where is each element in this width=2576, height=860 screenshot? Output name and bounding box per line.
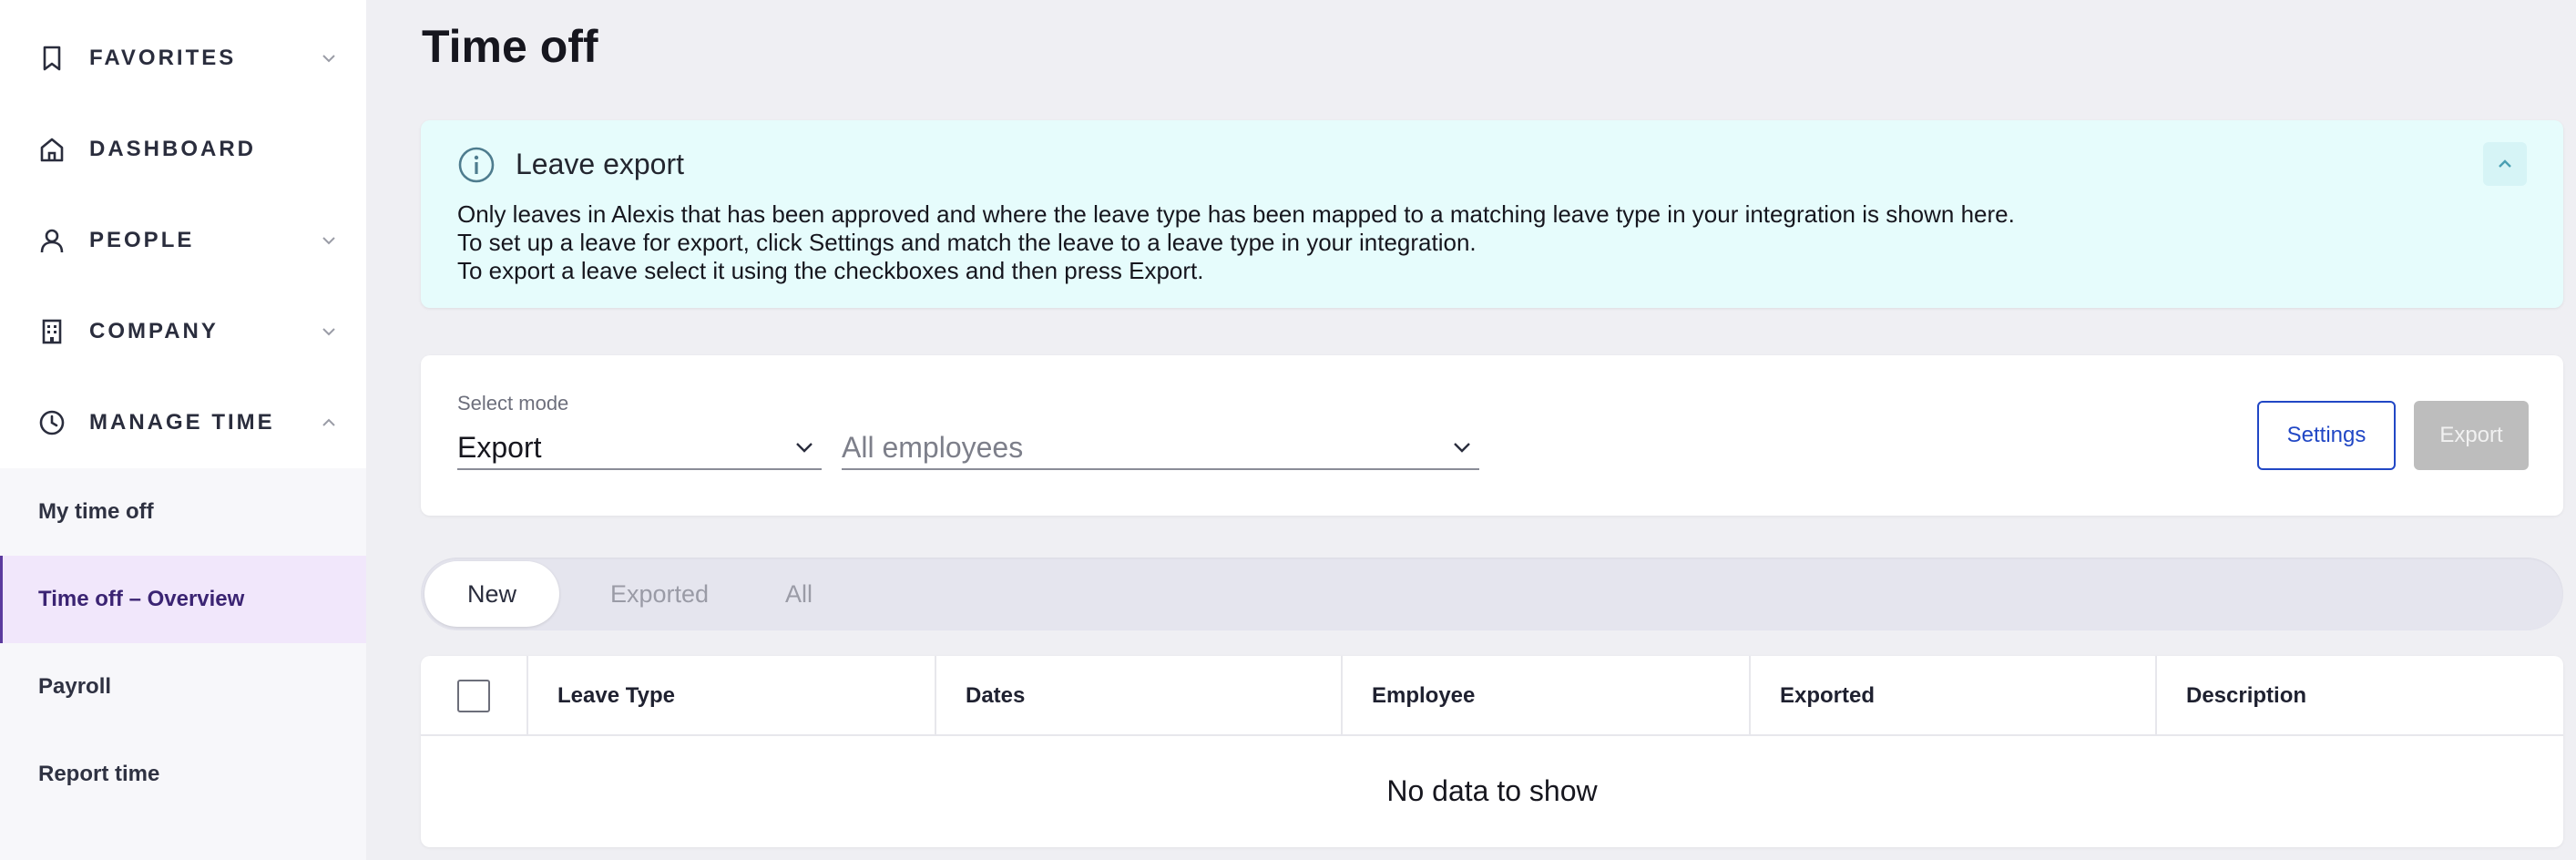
- employee-select-value: All employees: [842, 430, 1024, 464]
- sidebar-group-label: DASHBOARD: [89, 137, 256, 161]
- chevron-up-icon: [319, 413, 339, 433]
- select-mode-label: Select mode: [457, 392, 569, 415]
- filter-card: Select mode Export All employees Setting…: [421, 355, 2563, 516]
- home-icon: [36, 134, 67, 165]
- sidebar-group-label: PEOPLE: [89, 228, 195, 252]
- export-button[interactable]: Export: [2414, 401, 2529, 470]
- sidebar-group-dashboard[interactable]: DASHBOARD: [0, 104, 366, 195]
- column-header-description[interactable]: Description: [2155, 656, 2563, 736]
- info-line: To set up a leave for export, click Sett…: [457, 229, 1477, 256]
- column-header-leave-type[interactable]: Leave Type: [526, 656, 935, 736]
- sidebar-item-time-off-overview[interactable]: Time off – Overview: [0, 556, 366, 643]
- leave-export-info-panel: Leave export Only leaves in Alexis that …: [421, 120, 2563, 308]
- export-status-tabs: New Exported All: [421, 558, 2563, 630]
- building-icon: [36, 316, 67, 347]
- table-empty-message: No data to show: [1386, 773, 1598, 807]
- column-header-dates[interactable]: Dates: [935, 656, 1341, 736]
- column-header-exported[interactable]: Exported: [1749, 656, 2155, 736]
- column-header-employee[interactable]: Employee: [1341, 656, 1749, 736]
- chevron-down-icon: [1450, 435, 1474, 459]
- info-icon: [457, 146, 496, 184]
- sidebar-group-label: COMPANY: [89, 319, 219, 343]
- sidebar-item-payroll[interactable]: Payroll: [0, 643, 366, 731]
- tab-all[interactable]: All: [749, 561, 849, 627]
- sidebar-group-company[interactable]: COMPANY: [0, 286, 366, 377]
- bookmark-icon: [36, 43, 67, 74]
- clock-icon: [36, 407, 67, 438]
- tab-new[interactable]: New: [424, 561, 559, 627]
- employee-select-dropdown[interactable]: All employees: [842, 426, 1479, 470]
- manage-time-submenu: My time off Time off – Overview Payroll …: [0, 468, 366, 860]
- tab-exported[interactable]: Exported: [578, 561, 741, 627]
- app-root: FAVORITES DASHBOARD PEOPLE COMPANY MANAG…: [0, 0, 2576, 860]
- sidebar-group-label: MANAGE TIME: [89, 410, 275, 435]
- select-mode-dropdown[interactable]: Export: [457, 426, 822, 470]
- settings-button[interactable]: Settings: [2257, 401, 2396, 470]
- sidebar-item-my-time-off[interactable]: My time off: [0, 468, 366, 556]
- person-icon: [36, 225, 67, 256]
- sidebar-group-manage-time[interactable]: MANAGE TIME: [0, 377, 366, 468]
- sidebar-group-favorites[interactable]: FAVORITES: [0, 13, 366, 104]
- chevron-up-icon: [2499, 159, 2511, 168]
- info-line: Only leaves in Alexis that has been appr…: [457, 200, 2015, 228]
- page-title: Time off: [422, 21, 598, 72]
- select-mode-value: Export: [457, 430, 542, 464]
- main-content: Time off Leave export Only leaves in Ale…: [366, 0, 2576, 860]
- sidebar-group-people[interactable]: PEOPLE: [0, 195, 366, 286]
- sidebar-group-label: FAVORITES: [89, 46, 237, 70]
- chevron-down-icon: [792, 435, 816, 459]
- chevron-down-icon: [319, 322, 339, 342]
- info-panel-text: Only leaves in Alexis that has been appr…: [457, 200, 2015, 285]
- leave-table: Leave Type Dates Employee Exported Descr…: [421, 656, 2563, 847]
- info-panel-title: Leave export: [516, 148, 685, 180]
- select-all-cell: [421, 656, 526, 736]
- chevron-down-icon: [319, 48, 339, 68]
- sidebar-item-report-time[interactable]: Report time: [0, 731, 366, 818]
- table-header: Leave Type Dates Employee Exported Descr…: [421, 656, 2563, 736]
- chevron-down-icon: [319, 230, 339, 251]
- select-all-checkbox[interactable]: [457, 680, 490, 712]
- sidebar: FAVORITES DASHBOARD PEOPLE COMPANY MANAG…: [0, 0, 366, 860]
- info-line: To export a leave select it using the ch…: [457, 257, 1204, 284]
- info-panel-collapse-button[interactable]: [2483, 142, 2527, 186]
